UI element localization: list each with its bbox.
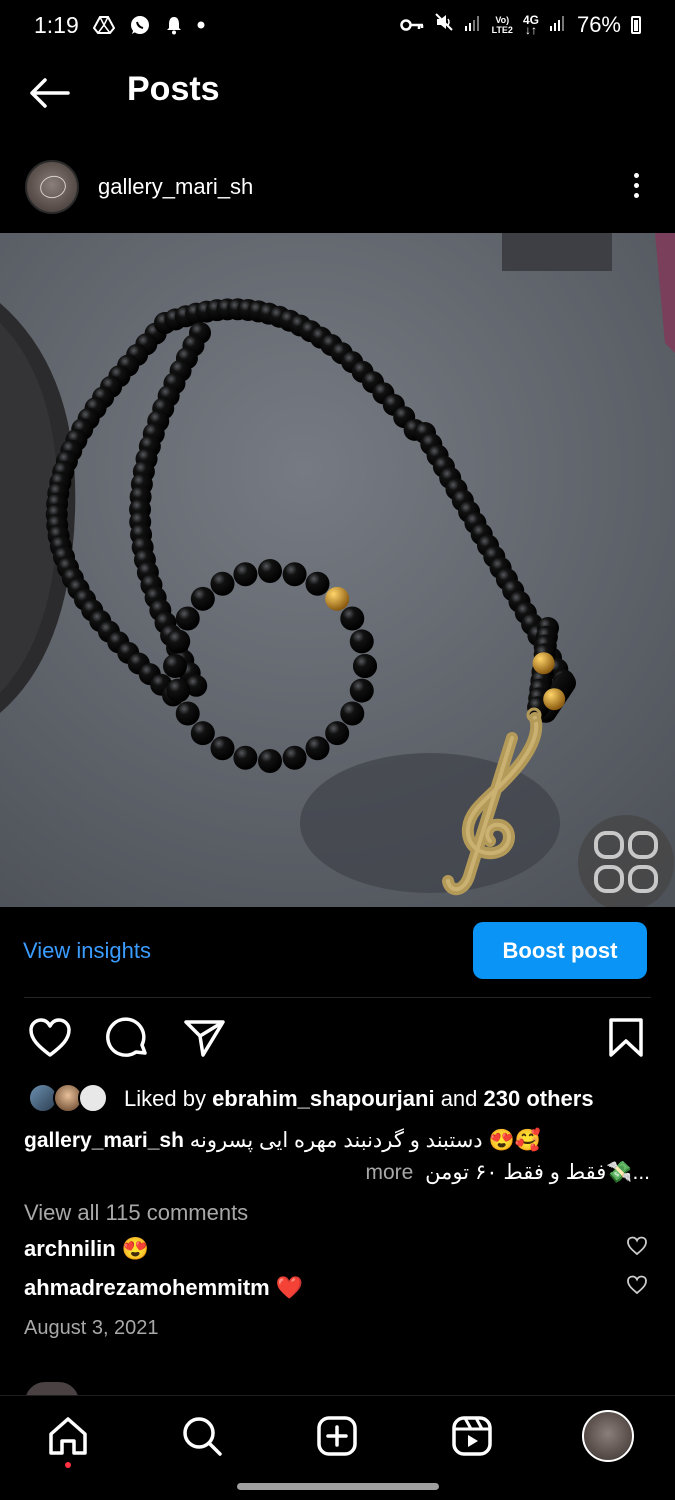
share-icon[interactable] [183, 1018, 227, 1058]
status-time: 1:19 [34, 11, 79, 38]
home-indicator [237, 1483, 439, 1490]
signal-icon-2 [549, 12, 567, 38]
comment-heart-icon[interactable] [626, 1275, 648, 1295]
post-author-avatar[interactable] [25, 160, 79, 214]
comment-text: ❤️ [275, 1275, 304, 1300]
battery-percent: 76% [576, 12, 621, 37]
comment-row: ahmadrezamohemmitm ❤️ [24, 1275, 303, 1301]
more-vertical-icon[interactable] [628, 170, 644, 204]
notification-bell-icon [165, 15, 183, 35]
notification-dot [65, 1462, 71, 1468]
caption-text-line2: فقط و فقط ۶۰ تومن💸... [425, 1161, 650, 1184]
reels-icon[interactable] [450, 1414, 494, 1458]
post-date: August 3, 2021 [24, 1317, 159, 1339]
app-header: Posts [0, 62, 675, 124]
comment-text: 😍 [121, 1236, 150, 1261]
signal-type-label: 4G ↓↑ [522, 13, 539, 37]
caption: gallery_mari_sh دستبند و گردنبند مهره ای… [24, 1128, 541, 1153]
liker-avatar [78, 1083, 108, 1113]
others-count[interactable]: 230 others [484, 1086, 594, 1111]
post-header: gallery_mari_sh [0, 158, 675, 216]
caption-more-link[interactable]: more [365, 1161, 413, 1184]
carousel-grid-icon[interactable] [578, 815, 674, 907]
divider [24, 997, 651, 998]
back-arrow-icon[interactable] [28, 76, 72, 110]
post-image[interactable] [0, 233, 675, 907]
signal-icon [464, 12, 482, 38]
network-label: Vo) LTE2 [491, 15, 513, 35]
status-bar: 1:19 Vo) LTE2 4G ↓↑ 76% [0, 0, 675, 50]
caption-username[interactable]: gallery_mari_sh [24, 1129, 184, 1152]
search-icon[interactable] [180, 1414, 224, 1458]
page-title: Posts [127, 70, 220, 108]
key-icon [399, 12, 424, 38]
comment-username[interactable]: ahmadrezamohemmitm [24, 1275, 270, 1300]
whatsapp-icon [129, 14, 151, 36]
home-icon[interactable] [46, 1414, 90, 1458]
likes-row[interactable]: Liked by ebrahim_shapourjani and 230 oth… [0, 1080, 675, 1116]
dot-icon [197, 21, 205, 29]
comment-username[interactable]: archnilin [24, 1236, 116, 1261]
boost-post-button[interactable]: Boost post [473, 922, 647, 979]
drive-icon [92, 16, 115, 34]
profile-avatar[interactable] [582, 1410, 634, 1462]
post-author-username[interactable]: gallery_mari_sh [98, 174, 253, 200]
comment-row: archnilin 😍 [24, 1236, 149, 1262]
likes-summary: Liked by ebrahim_shapourjani and 230 oth… [124, 1086, 594, 1111]
bookmark-icon[interactable] [607, 1017, 645, 1059]
caption-text: دستبند و گردنبند مهره ایی پسرونه 😍🥰 [189, 1129, 541, 1152]
caption-continued: more فقط و فقط ۶۰ تومن💸... [365, 1160, 650, 1185]
mute-icon [434, 12, 454, 38]
battery-icon [631, 16, 641, 34]
view-all-comments-link[interactable]: View all 115 comments [24, 1200, 248, 1226]
view-insights-link[interactable]: View insights [23, 938, 151, 964]
create-post-icon[interactable] [315, 1414, 359, 1458]
heart-icon[interactable] [28, 1018, 72, 1058]
liker-username[interactable]: ebrahim_shapourjani [212, 1086, 435, 1111]
comment-icon[interactable] [106, 1017, 150, 1061]
comment-heart-icon[interactable] [626, 1236, 648, 1256]
